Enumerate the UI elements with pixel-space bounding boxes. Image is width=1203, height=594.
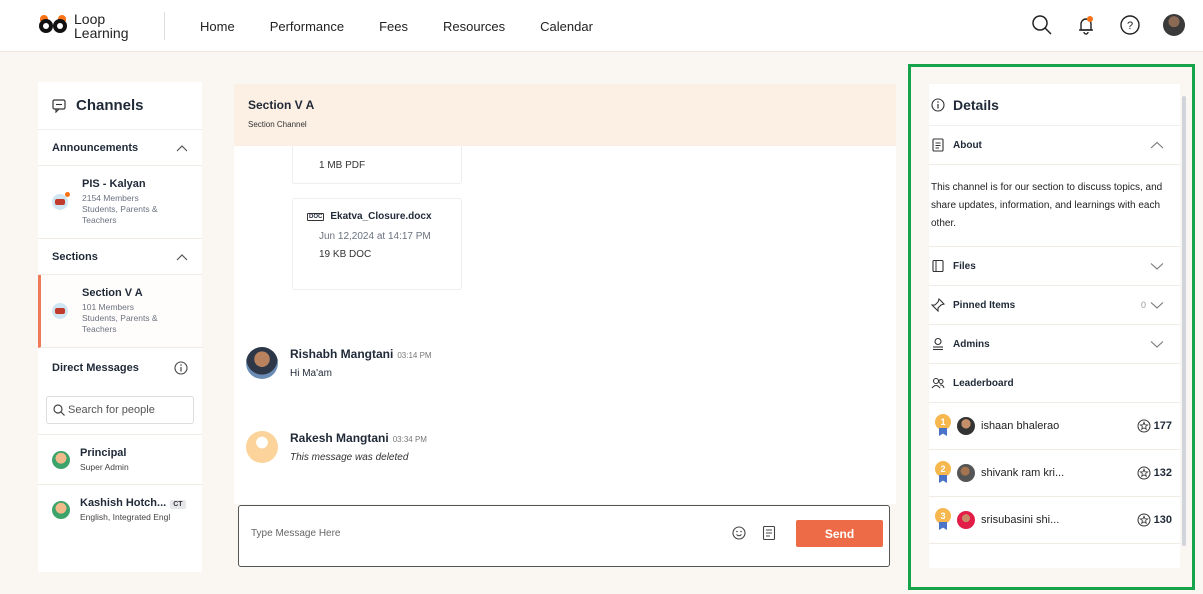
nav-divider (164, 12, 165, 40)
main-nav: Home Performance Fees Resources Calendar (200, 0, 593, 52)
announcements-label: Announcements (52, 141, 139, 154)
dm-item-kashish[interactable]: Kashish Hotch... CT English, Integrated E… (38, 484, 202, 534)
message-text: This message was deleted (290, 452, 409, 463)
avatar (52, 450, 70, 469)
dm-name: Kashish Hotch... (80, 497, 167, 509)
file-date: Jun 12,2024 at 14:17 PM (319, 231, 431, 242)
chat-subtitle: Section Channel (248, 120, 307, 129)
channel-meta: 101 Members Students, Parents & Teachers (82, 302, 158, 334)
message-item: Rakesh Mangtani 03:34 PM This message was… (246, 431, 427, 463)
owl-logo-icon (38, 15, 68, 37)
channel-meta: 2154 Members Students, Parents & Teacher… (82, 193, 158, 225)
profile-avatar[interactable] (1161, 12, 1187, 38)
search-icon (53, 404, 65, 416)
announcements-header[interactable]: Announcements (38, 130, 202, 166)
sections-label: Sections (52, 250, 98, 263)
dm-item-principal[interactable]: Principal Super Admin (38, 434, 202, 484)
doc-file-icon: DOC (307, 212, 325, 221)
file-size: 19 KB DOC (319, 249, 372, 260)
chat-bubble-icon (52, 98, 66, 113)
search-icon[interactable] (1029, 12, 1055, 38)
dm-role: Super Admin (80, 462, 129, 472)
top-icons: ? (1029, 12, 1187, 38)
user-avatar-icon (1163, 14, 1185, 36)
brand-line-1: Loop (74, 11, 106, 27)
nav-performance[interactable]: Performance (270, 19, 344, 34)
chevron-up-icon[interactable] (176, 144, 188, 152)
loop-learning-logo[interactable]: Loop Learning (38, 12, 129, 40)
message-time: 03:34 PM (392, 435, 427, 444)
channels-header: Channels (38, 82, 202, 130)
channel-item-section-v-a[interactable]: Section V A 101 Members Students, Parent… (38, 275, 202, 348)
send-button[interactable]: Send (796, 520, 883, 547)
channel-avatar-icon (52, 192, 70, 210)
direct-messages-header: Direct Messages (38, 348, 202, 388)
file-attachment[interactable]: DOC Ekatva_Closure.docx Jun 12,2024 at 14… (292, 198, 462, 290)
nav-fees[interactable]: Fees (379, 19, 408, 34)
nav-resources[interactable]: Resources (443, 19, 505, 34)
message-composer[interactable]: Type Message Here Send (238, 505, 890, 567)
message-time: 03:14 PM (397, 351, 432, 360)
brand-line-2: Learning (74, 25, 129, 41)
help-icon[interactable]: ? (1117, 12, 1143, 38)
role-badge: CT (170, 500, 186, 509)
message-input-placeholder[interactable]: Type Message Here (251, 528, 341, 539)
channel-name: PIS - Kalyan (82, 178, 146, 190)
chat-title: Section V A (248, 98, 315, 112)
dm-role: English, Integrated Engl (80, 512, 171, 522)
channel-avatar-icon (52, 303, 68, 319)
chevron-up-icon[interactable] (176, 253, 188, 261)
sections-header[interactable]: Sections (38, 239, 202, 275)
avatar[interactable] (246, 431, 278, 463)
bell-icon[interactable] (1073, 12, 1099, 38)
file-name: Ekatva_Closure.docx (330, 211, 432, 222)
message-list: 1 MB PDF DOC Ekatva_Closure.docx Jun 12,2… (234, 146, 896, 504)
channels-title: Channels (76, 97, 144, 114)
message-author[interactable]: Rishabh Mangtani (290, 347, 393, 361)
channel-name: Section V A (82, 287, 143, 299)
nav-home[interactable]: Home (200, 19, 235, 34)
avatar[interactable] (246, 347, 278, 379)
svg-text:?: ? (1127, 20, 1133, 32)
chat-header: Section V A Section Channel (234, 84, 896, 146)
attachment-icon[interactable] (762, 525, 776, 541)
top-nav-bar: Loop Learning Home Performance Fees Reso… (0, 0, 1203, 52)
file-size: 1 MB PDF (319, 160, 366, 171)
info-icon[interactable] (174, 361, 188, 375)
people-search-placeholder: Search for people (68, 404, 155, 416)
dm-name: Principal (80, 447, 127, 459)
emoji-icon[interactable] (732, 526, 746, 540)
file-attachment[interactable]: 1 MB PDF (292, 146, 462, 184)
avatar (52, 500, 70, 519)
message-author[interactable]: Rakesh Mangtani (290, 431, 389, 445)
direct-messages-label: Direct Messages (52, 362, 139, 374)
channel-item-pis-kalyan[interactable]: PIS - Kalyan 2154 Members Students, Pare… (38, 166, 202, 239)
nav-calendar[interactable]: Calendar (540, 19, 593, 34)
channels-panel: Channels Announcements PIS - Kalyan 2154… (38, 82, 202, 572)
message-text: Hi Ma'am (290, 368, 332, 379)
message-item: Rishabh Mangtani 03:14 PM Hi Ma'am (246, 347, 432, 379)
people-search-input[interactable]: Search for people (46, 396, 194, 424)
highlight-box (908, 64, 1195, 590)
